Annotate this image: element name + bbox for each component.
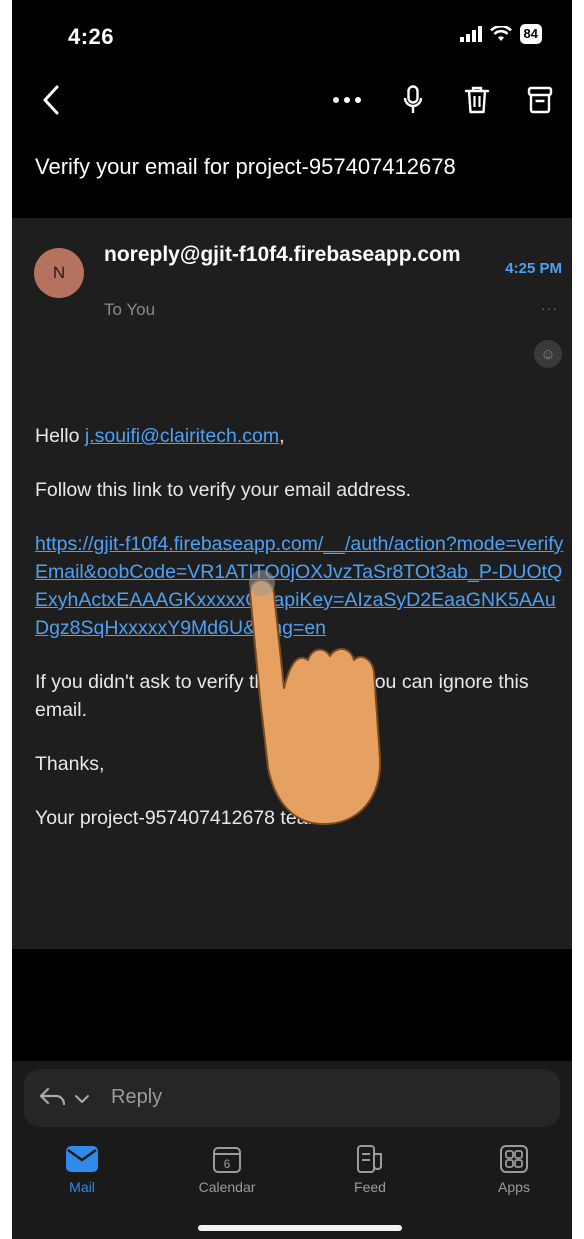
delete-button[interactable] xyxy=(461,78,493,122)
wifi-icon xyxy=(489,26,512,41)
tab-apps-label: Apps xyxy=(498,1179,530,1195)
avatar-initial: N xyxy=(52,263,66,282)
reply-arrow-icon xyxy=(39,1087,66,1106)
emoji-reaction-icon[interactable]: ☺ xyxy=(534,340,562,368)
reply-label: Reply xyxy=(111,1086,163,1108)
greeting: Hello j.souifi@clairitech.com, xyxy=(35,422,565,450)
recipient-email-link[interactable]: j.souifi@clairitech.com xyxy=(85,425,279,447)
tab-mail-label: Mail xyxy=(69,1179,95,1195)
tab-calendar-label: Calendar xyxy=(198,1179,256,1195)
more-button[interactable] xyxy=(329,78,365,122)
recipient-line[interactable]: To You xyxy=(104,300,155,320)
empty-area xyxy=(12,949,572,1061)
tab-calendar[interactable]: 6 Calendar xyxy=(182,1139,272,1195)
tab-apps[interactable]: Apps xyxy=(469,1139,559,1195)
greeting-suffix: , xyxy=(279,425,285,447)
home-indicator[interactable] xyxy=(198,1225,402,1231)
microphone-icon xyxy=(403,85,423,113)
feed-icon xyxy=(357,1145,382,1173)
phone-screen: 4:26 84 Verify your email for project-95… xyxy=(12,0,572,1239)
calendar-day: 6 xyxy=(224,1157,231,1171)
instruction-text: Follow this link to verify your email ad… xyxy=(35,479,412,501)
chevron-down-icon[interactable] xyxy=(74,1094,90,1104)
greeting-prefix: Hello xyxy=(35,425,85,447)
battery-icon: 84 xyxy=(519,24,542,44)
archive-button[interactable] xyxy=(525,78,555,122)
more-icon xyxy=(333,97,361,103)
email-subject: Verify your email for project-9574074126… xyxy=(35,154,456,179)
archive-icon xyxy=(527,86,553,114)
mail-icon xyxy=(66,1146,98,1172)
bottom-panel: Reply Mail 6 Calendar Feed Apps xyxy=(12,1061,572,1239)
trash-icon xyxy=(464,86,490,114)
message-more-icon[interactable]: ··· xyxy=(541,300,558,316)
calendar-icon: 6 xyxy=(213,1147,241,1173)
status-icons: 84 xyxy=(459,24,542,44)
dictate-button[interactable] xyxy=(398,78,428,122)
back-chevron-icon xyxy=(43,85,59,115)
tab-mail[interactable]: Mail xyxy=(37,1139,127,1195)
reply-bar[interactable]: Reply xyxy=(24,1069,560,1127)
tab-feed[interactable]: Feed xyxy=(325,1139,415,1195)
status-bar: 4:26 84 xyxy=(12,0,572,70)
sender-address[interactable]: noreply@gjit-f10f4.firebaseapp.com xyxy=(104,242,474,268)
cellular-signal-icon xyxy=(459,26,482,42)
apps-icon xyxy=(500,1145,528,1173)
received-time: 4:25 PM xyxy=(505,260,562,277)
back-button[interactable] xyxy=(36,78,66,122)
status-time: 4:26 xyxy=(68,24,115,49)
tab-feed-label: Feed xyxy=(354,1179,386,1195)
tap-hand-icon xyxy=(249,570,382,826)
subject-header: Verify your email for project-9574074126… xyxy=(12,130,572,218)
avatar[interactable]: N xyxy=(34,248,84,298)
message-toolbar xyxy=(12,70,572,130)
